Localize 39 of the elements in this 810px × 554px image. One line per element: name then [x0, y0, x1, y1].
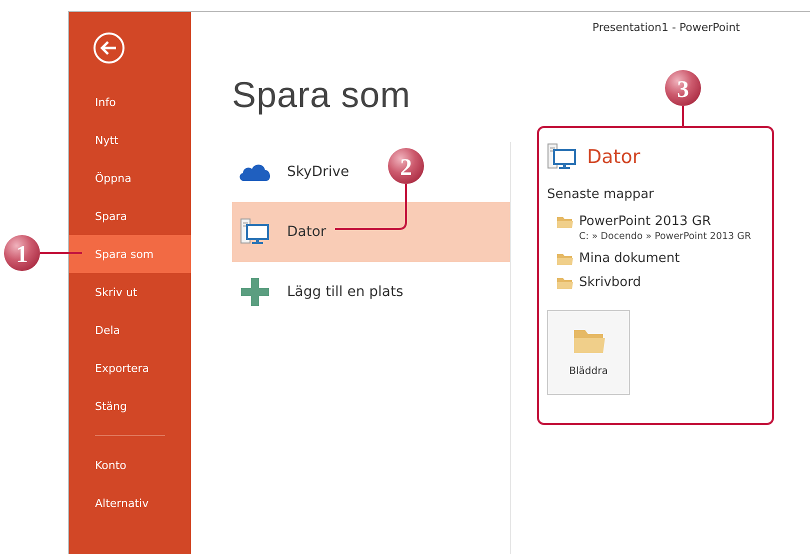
folder-icon — [557, 253, 573, 266]
sidebar-item[interactable]: Info — [69, 83, 191, 121]
leader-line — [335, 184, 407, 230]
sidebar-item[interactable]: Spara — [69, 197, 191, 235]
place-item[interactable]: Dator — [232, 202, 510, 262]
back-button[interactable] — [92, 31, 126, 65]
folder-icon — [557, 277, 573, 290]
folder-link[interactable]: Skrivbord — [579, 275, 642, 290]
sidebar-item[interactable]: Konto — [69, 446, 191, 484]
callout-number: 2 — [400, 155, 412, 181]
plus-icon — [241, 278, 269, 306]
sidebar-item[interactable]: Nytt — [69, 121, 191, 159]
callout-number: 1 — [16, 242, 28, 268]
computer-icon — [547, 143, 577, 171]
sidebar-item[interactable]: Skriv ut — [69, 273, 191, 311]
sidebar-item[interactable]: Spara som — [69, 235, 191, 273]
sidebar-item[interactable]: Öppna — [69, 159, 191, 197]
browse-button[interactable]: Bläddra — [547, 310, 630, 395]
folder-link[interactable]: PowerPoint 2013 GR — [579, 214, 752, 229]
callout-badge — [4, 235, 40, 271]
section-label: Senaste mappar — [547, 187, 655, 202]
window-title: Presentation1 - PowerPoint — [592, 20, 740, 34]
leader-line — [40, 252, 82, 254]
folder-icon — [557, 216, 573, 229]
sidebar-item[interactable]: Alternativ — [69, 484, 191, 522]
callout-badge — [665, 70, 701, 106]
section-title: Dator — [587, 146, 640, 168]
sidebar-item[interactable]: Dela — [69, 311, 191, 349]
sidebar-item[interactable]: Exportera — [69, 349, 191, 387]
cloud-icon — [238, 162, 272, 182]
folder-icon — [572, 328, 604, 354]
folder-path: C: » Docendo » PowerPoint 2013 GR — [579, 231, 752, 242]
place-item[interactable]: Lägg till en plats — [232, 262, 510, 322]
callout-number: 3 — [677, 77, 689, 103]
callout-badge — [388, 148, 424, 184]
sidebar-item[interactable]: Stäng — [69, 387, 191, 425]
page-heading: Spara som — [232, 74, 411, 117]
computer-icon — [240, 218, 270, 246]
folder-link[interactable]: Mina dokument — [579, 251, 680, 266]
